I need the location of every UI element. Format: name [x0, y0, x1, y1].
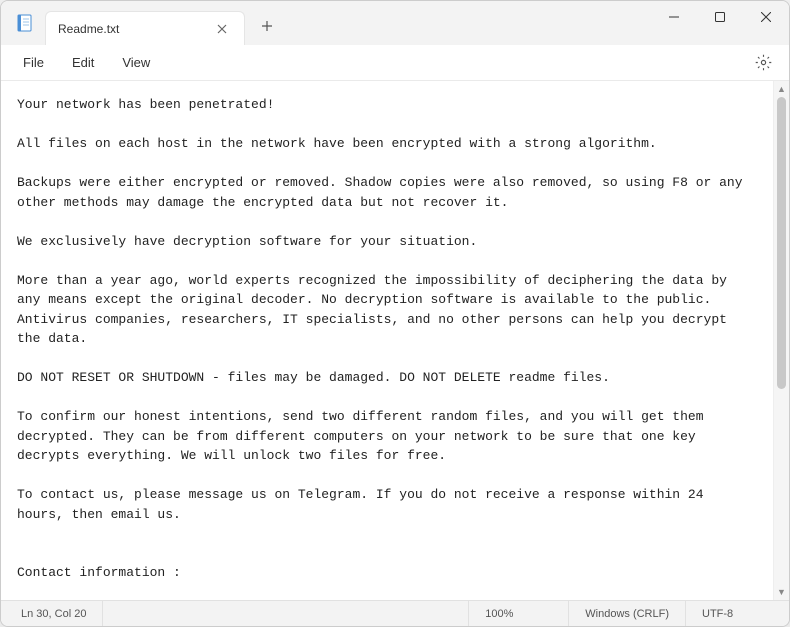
- vertical-scrollbar[interactable]: ▲ ▼: [773, 81, 789, 600]
- menu-view[interactable]: View: [108, 49, 164, 76]
- tab-readme[interactable]: Readme.txt: [45, 11, 245, 45]
- notepad-window: Readme.txt File Edit View: [0, 0, 790, 627]
- minimize-button[interactable]: [651, 1, 697, 33]
- window-controls: [651, 1, 789, 45]
- close-button[interactable]: [743, 1, 789, 33]
- settings-button[interactable]: [745, 45, 781, 81]
- menubar: File Edit View: [1, 45, 789, 81]
- scroll-thumb[interactable]: [777, 97, 786, 389]
- text-editor[interactable]: Your network has been penetrated! All fi…: [1, 81, 773, 600]
- maximize-button[interactable]: [697, 1, 743, 33]
- statusbar: Ln 30, Col 20 100% Windows (CRLF) UTF-8: [1, 600, 789, 626]
- status-zoom[interactable]: 100%: [468, 601, 568, 626]
- menu-edit[interactable]: Edit: [58, 49, 108, 76]
- status-line-ending[interactable]: Windows (CRLF): [568, 601, 685, 626]
- tab-title: Readme.txt: [58, 22, 212, 36]
- status-position: Ln 30, Col 20: [5, 601, 103, 626]
- content-wrapper: Your network has been penetrated! All fi…: [1, 81, 789, 600]
- scroll-up-arrow[interactable]: ▲: [774, 81, 789, 97]
- scroll-down-arrow[interactable]: ▼: [774, 584, 789, 600]
- scroll-track[interactable]: [774, 97, 789, 584]
- status-encoding[interactable]: UTF-8: [685, 601, 785, 626]
- notepad-icon: [15, 13, 35, 33]
- tab-close-button[interactable]: [212, 19, 232, 39]
- titlebar: Readme.txt: [1, 1, 789, 45]
- new-tab-button[interactable]: [251, 10, 283, 42]
- menu-file[interactable]: File: [9, 49, 58, 76]
